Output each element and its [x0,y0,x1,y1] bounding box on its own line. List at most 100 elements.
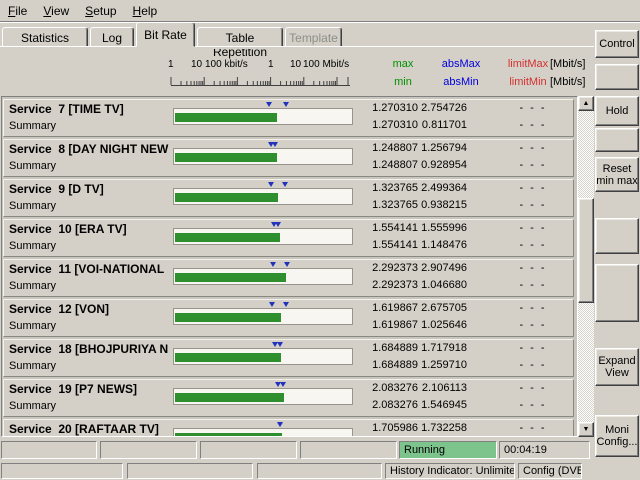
scale-label: 100 kbit/s [205,59,248,70]
scroll-up-arrow-icon[interactable]: ▲ [578,96,594,111]
moni-config-button[interactable]: Moni Config... [595,415,639,457]
value-limitmax: - - - [506,222,560,234]
scale-label: 10 [191,59,202,70]
absmin-marker-icon [270,262,276,267]
expand-view-button[interactable]: Expand View [595,348,639,386]
scale-label: 1 [268,59,274,70]
value-limitmax: - - - [506,262,560,274]
tab-statistics[interactable]: Statistics [2,27,88,47]
status-history-indicator: History Indicator: Unlimited [385,463,515,479]
value-min: 1.619867 [352,319,418,331]
menu-item-file[interactable]: File [0,2,35,20]
value-absmin: 1.546945 [420,399,467,411]
value-limitmax: - - - [506,302,560,314]
status-cell-empty [100,441,197,459]
column-header-unit-top: [Mbit/s] [550,58,596,70]
value-absmax: 2.675705 [420,302,467,314]
blank-button-2[interactable] [595,128,639,152]
bitrate-bar [175,273,286,282]
absmin-marker-icon [266,102,272,107]
service-row[interactable]: Service 9 [D TV]Summary1.3237651.3237652… [3,179,574,217]
tab-table-repetition[interactable]: Table Repetition [197,27,283,47]
value-absmax: 2.907496 [420,262,467,274]
value-min: 2.292373 [352,279,418,291]
value-max: 1.270310 [352,102,418,114]
menu-bar: FileViewSetupHelp [0,0,640,22]
hold-button[interactable]: Hold [595,96,639,126]
service-summary-label: Summary [9,360,56,372]
service-row[interactable]: Service 11 [VOI-NATIONALSummary2.2923732… [3,259,574,297]
value-min: 2.083276 [352,399,418,411]
service-title: Service 8 [DAY NIGHT NEW [9,142,173,157]
column-header-absmax: absMax [432,58,490,70]
value-limitmax: - - - [506,102,560,114]
blank-button-3[interactable] [595,218,639,254]
menu-item-view[interactable]: View [35,2,77,20]
value-max: 1.248807 [352,142,418,154]
service-row[interactable]: Service 12 [VON] Summary 1.619867 1.6198672… [3,299,574,337]
value-max: 1.323765 [352,182,418,194]
service-title: Service 12 [VON] [9,302,173,317]
service-row[interactable]: Service 20 [RAFTAAR TV]Summary1.7059861.… [3,419,574,437]
scrollbar-thumb[interactable] [578,198,594,303]
tab-log[interactable]: Log [90,27,134,47]
vertical-scrollbar[interactable]: ▲ ▼ [578,96,594,437]
value-absmax: 1.256794 [420,142,467,154]
tab-panel-edge [0,46,594,49]
bitrate-bar [175,193,278,202]
value-absmin: 0.928954 [420,159,467,171]
status-cell-empty [1,463,123,479]
value-max: 2.292373 [352,262,418,274]
menu-item-setup[interactable]: Setup [77,2,124,20]
bitrate-bar [175,233,280,242]
value-absmax: 1.555996 [420,222,467,234]
value-absmin: 1.046680 [420,279,467,291]
value-limitmin: - - - [506,359,560,371]
bitrate-bar-well [173,148,353,165]
bitrate-bar-well [173,188,353,205]
service-row[interactable]: Service 10 [ERA TV]Summary1.5541411.5541… [3,219,574,257]
absmax-marker-icon [280,382,286,387]
bitrate-bar [175,313,281,322]
absmax-marker-icon [272,142,278,147]
tab-bit-rate[interactable]: Bit Rate [136,22,195,47]
service-summary-label: Summary [9,120,56,132]
column-header-limitmax: limitMax [500,58,556,70]
control-button[interactable]: Control [595,30,639,58]
scale-label: 1 [168,59,174,70]
reset-min-max-button[interactable]: Reset min max [595,157,639,192]
value-limitmax: - - - [506,422,560,434]
service-row[interactable]: Service 18 [BHOJPURIYA NSummary1.6848891… [3,339,574,377]
blank-button-4[interactable] [595,264,639,322]
column-header-absmin: absMin [432,76,490,88]
service-title: Service 20 [RAFTAAR TV] [9,422,173,437]
absmax-marker-icon [282,182,288,187]
value-max: 1.619867 [352,302,418,314]
tab-template[interactable]: Template [285,27,342,47]
service-title: Service 19 [P7 NEWS] [9,382,173,397]
status-cell-empty [300,441,397,459]
service-title: Service 7 [TIME TV] [9,102,173,117]
blank-button-1[interactable] [595,64,639,90]
service-summary-label: Summary [9,400,56,412]
column-header-unit-bottom: [Mbit/s] [550,76,596,88]
bitrate-bar-well [173,108,353,125]
value-absmin: 1.148476 [420,239,467,251]
scroll-down-arrow-icon[interactable]: ▼ [578,422,594,437]
menu-item-help[interactable]: Help [125,2,166,20]
service-row[interactable]: Service 8 [DAY NIGHT NEWSummary1.2488071… [3,139,574,177]
service-summary-label: Summary [9,200,56,212]
bitrate-bar-well [173,228,353,245]
value-max: 2.083276 [352,382,418,394]
value-absmin: 1.259710 [420,359,467,371]
service-row[interactable]: Service 7 [TIME TV]Summary1.2703101.2703… [3,99,574,137]
service-row[interactable]: Service 19 [P7 NEWS] Summary 2.083276 2.083… [3,379,574,417]
value-limitmin: - - - [506,199,560,211]
status-elapsed-time: 00:04:19 [499,441,590,459]
bitrate-bar [175,433,282,437]
absmin-marker-icon [269,302,275,307]
service-summary-label: Summary [9,320,56,332]
value-absmax: 1.717918 [420,342,467,354]
status-cell-empty [257,463,382,479]
bitrate-bar-well [173,268,353,285]
